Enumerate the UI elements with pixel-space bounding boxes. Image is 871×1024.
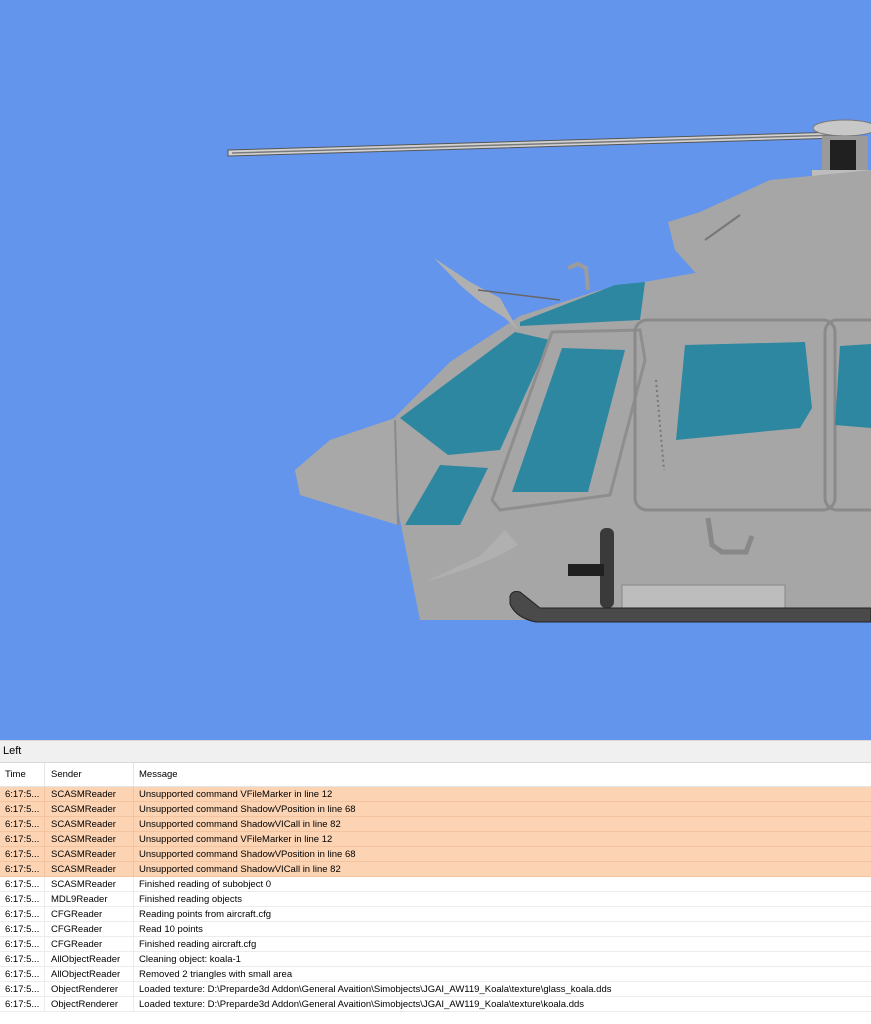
log-row[interactable]: 6:17:5... ObjectRenderer Loaded texture: D… bbox=[0, 997, 871, 1012]
log-cell-message: Finished reading of subobject 0 bbox=[133, 877, 871, 891]
log-row[interactable]: 6:17:5... SCASMReader Unsupported command … bbox=[0, 847, 871, 862]
log-row[interactable]: 6:17:5... SCASMReader Unsupported command … bbox=[0, 817, 871, 832]
log-cell-sender: CFGReader bbox=[44, 937, 133, 951]
helicopter-model-render bbox=[0, 0, 871, 740]
log-cell-time: 6:17:5... bbox=[5, 938, 40, 950]
log-cell-time: 6:17:5... bbox=[5, 833, 40, 845]
log-cell-message: Reading points from aircraft.cfg bbox=[133, 907, 871, 921]
log-cell-sender: SCASMReader bbox=[44, 877, 133, 891]
log-rows: 6:17:5... SCASMReader Unsupported command … bbox=[0, 787, 871, 1012]
log-cell-sender: ObjectRenderer bbox=[44, 982, 133, 996]
log-cell-sender: SCASMReader bbox=[44, 862, 133, 876]
log-row[interactable]: 6:17:5... SCASMReader Unsupported command … bbox=[0, 802, 871, 817]
log-row[interactable]: 6:17:5... SCASMReader Unsupported command … bbox=[0, 862, 871, 877]
log-cell-time: 6:17:5... bbox=[5, 848, 40, 860]
column-header-time[interactable]: Time bbox=[0, 763, 44, 786]
log-cell-time: 6:17:5... bbox=[5, 968, 40, 980]
log-cell-sender: SCASMReader bbox=[44, 787, 133, 801]
log-cell-sender: CFGReader bbox=[44, 907, 133, 921]
log-cell-sender: SCASMReader bbox=[44, 847, 133, 861]
log-cell-message: Loaded texture: D:\Preparde3d Addon\Gene… bbox=[133, 982, 871, 996]
log-cell-sender: SCASMReader bbox=[44, 832, 133, 846]
log-cell-message: Unsupported command ShadowVPosition in l… bbox=[133, 802, 871, 816]
log-row[interactable]: 6:17:5... ObjectRenderer Loaded texture: D… bbox=[0, 982, 871, 997]
log-cell-sender: AllObjectReader bbox=[44, 952, 133, 966]
log-cell-sender: AllObjectReader bbox=[44, 967, 133, 981]
log-cell-message: Unsupported command ShadowVPosition in l… bbox=[133, 847, 871, 861]
log-row[interactable]: 6:17:5... MDL9Reader Finished reading obje… bbox=[0, 892, 871, 907]
model-viewport[interactable] bbox=[0, 0, 871, 740]
column-header-message[interactable]: Message bbox=[133, 763, 871, 786]
log-cell-sender: SCASMReader bbox=[44, 817, 133, 831]
log-cell-time: 6:17:5... bbox=[5, 878, 40, 890]
log-cell-message: Unsupported command ShadowVICall in line… bbox=[133, 862, 871, 876]
log-list[interactable]: Time Sender Message 6:17:5... SCASMReader… bbox=[0, 763, 871, 1024]
log-panel-title: Left bbox=[0, 740, 871, 763]
log-cell-message: Unsupported command VFileMarker in line … bbox=[133, 787, 871, 801]
log-cell-time: 6:17:5... bbox=[5, 923, 40, 935]
log-row[interactable]: 6:17:5... CFGReader Reading points from ai… bbox=[0, 907, 871, 922]
log-cell-time: 6:17:5... bbox=[5, 998, 40, 1010]
log-cell-message: Unsupported command VFileMarker in line … bbox=[133, 832, 871, 846]
column-header-sender[interactable]: Sender bbox=[44, 763, 133, 786]
log-row[interactable]: 6:17:5... CFGReader Read 10 points bbox=[0, 922, 871, 937]
log-cell-message: Finished reading aircraft.cfg bbox=[133, 937, 871, 951]
log-cell-sender: SCASMReader bbox=[44, 802, 133, 816]
log-cell-sender: ObjectRenderer bbox=[44, 997, 133, 1011]
log-cell-time: 6:17:5... bbox=[5, 908, 40, 920]
log-cell-time: 6:17:5... bbox=[5, 803, 40, 815]
log-row[interactable]: 6:17:5... SCASMReader Finished reading of … bbox=[0, 877, 871, 892]
log-cell-message: Unsupported command ShadowVICall in line… bbox=[133, 817, 871, 831]
panel-title-text: Left bbox=[3, 745, 22, 757]
log-cell-sender: CFGReader bbox=[44, 922, 133, 936]
log-cell-message: Read 10 points bbox=[133, 922, 871, 936]
log-cell-time: 6:17:5... bbox=[5, 788, 40, 800]
log-cell-time: 6:17:5... bbox=[5, 893, 40, 905]
log-cell-time: 6:17:5... bbox=[5, 953, 40, 965]
log-cell-message: Removed 2 triangles with small area bbox=[133, 967, 871, 981]
log-cell-message: Finished reading objects bbox=[133, 892, 871, 906]
log-cell-sender: MDL9Reader bbox=[44, 892, 133, 906]
log-row[interactable]: 6:17:5... AllObjectReader Cleaning object:… bbox=[0, 952, 871, 967]
log-row[interactable]: 6:17:5... SCASMReader Unsupported command … bbox=[0, 832, 871, 847]
log-row[interactable]: 6:17:5... AllObjectReader Removed 2 triang… bbox=[0, 967, 871, 982]
log-cell-time: 6:17:5... bbox=[5, 863, 40, 875]
log-row[interactable]: 6:17:5... CFGReader Finished reading aircr… bbox=[0, 937, 871, 952]
log-cell-message: Loaded texture: D:\Preparde3d Addon\Gene… bbox=[133, 997, 871, 1011]
log-cell-time: 6:17:5... bbox=[5, 818, 40, 830]
log-row[interactable]: 6:17:5... SCASMReader Unsupported command … bbox=[0, 787, 871, 802]
log-cell-time: 6:17:5... bbox=[5, 983, 40, 995]
log-cell-message: Cleaning object: koala-1 bbox=[133, 952, 871, 966]
log-header: Time Sender Message bbox=[0, 763, 871, 787]
